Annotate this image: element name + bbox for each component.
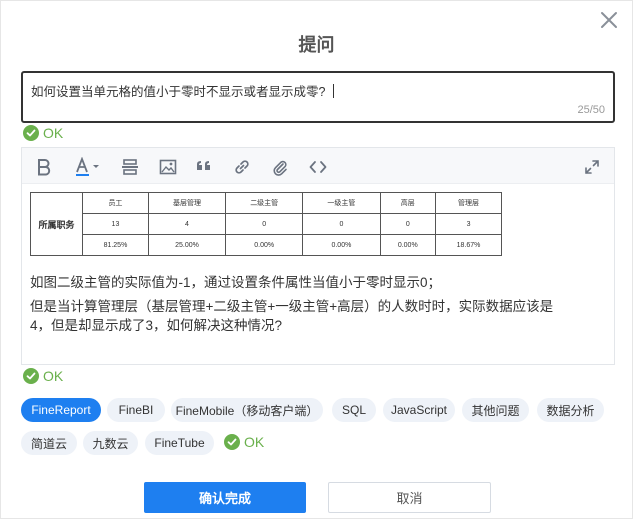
- question-input-value[interactable]: 如何设置当单元格的值小于零时不显示或者显示成零?: [31, 81, 335, 100]
- table-cell: 一级主管: [302, 192, 381, 214]
- confirm-button[interactable]: 确认完成: [144, 482, 306, 513]
- table-cell: 25.00%: [147, 234, 227, 256]
- table-cell: 0.00%: [379, 234, 437, 256]
- tag-data-analysis[interactable]: 数据分析: [537, 398, 604, 422]
- table-cell: 员工: [82, 192, 149, 214]
- table-cell: 0: [302, 213, 381, 235]
- tag-finetube[interactable]: FineTube: [145, 431, 214, 455]
- table-cell: 0: [379, 213, 437, 235]
- table-row: 13 4 0 0 0 3: [31, 213, 502, 235]
- table-cell: 管理层: [435, 192, 502, 214]
- table-cell: 3: [435, 213, 502, 235]
- bold-icon[interactable]: [34, 157, 54, 177]
- table-cell: 0.00%: [302, 234, 381, 256]
- ok-status-tags: OK: [224, 434, 264, 450]
- body-paragraph-3: 4，但是却显示成了3，如何解决这种情况?: [30, 318, 283, 333]
- question-input[interactable]: 如何设置当单元格的值小于零时不显示或者显示成零? 25/50: [21, 71, 615, 123]
- tag-finebi[interactable]: FineBI: [107, 398, 165, 422]
- cancel-button[interactable]: 取消: [328, 482, 491, 513]
- tag-jiushuyun[interactable]: 九数云: [83, 431, 138, 455]
- tag-finemobile[interactable]: FineMobile（移动客户端）: [171, 398, 323, 422]
- link-icon[interactable]: [232, 157, 252, 177]
- check-circle-icon: [23, 368, 39, 384]
- ask-question-dialog: 提问 如何设置当单元格的值小于零时不显示或者显示成零? 25/50 OK 所属职…: [0, 0, 633, 519]
- tag-finereport[interactable]: FineReport: [21, 398, 101, 422]
- body-paragraph-1: 如图二级主管的实际值为-1，通过设置条件属性当值小于零时显示0；: [30, 275, 442, 290]
- table-cell: 4: [147, 213, 227, 235]
- table-row-header: 所属职务: [30, 192, 83, 256]
- ok-label: OK: [43, 125, 64, 141]
- table-row: 所属职务 员工 基层管理 二级主管 一级主管 高层 管理层: [30, 192, 502, 256]
- check-circle-icon: [224, 434, 240, 450]
- font-color-icon[interactable]: [74, 157, 102, 177]
- code-icon[interactable]: [308, 157, 328, 177]
- table-row: 81.25% 25.00% 0.00% 0.00% 0.00% 18.67%: [31, 234, 502, 256]
- image-icon[interactable]: [158, 157, 178, 177]
- table-cell: 高层: [379, 192, 437, 214]
- tag-other[interactable]: 其他问题: [462, 398, 529, 422]
- table-cell: 0: [225, 213, 304, 235]
- character-counter: 25/50: [577, 104, 605, 116]
- ok-label: OK: [244, 434, 265, 450]
- table-cell: 0.00%: [225, 234, 304, 256]
- dialog-title: 提问: [298, 35, 335, 55]
- quote-icon[interactable]: [194, 157, 214, 177]
- tag-sql[interactable]: SQL: [332, 398, 376, 422]
- table-cell: 18.67%: [435, 234, 502, 256]
- table-cell: 81.25%: [82, 234, 149, 256]
- embedded-table-image: 所属职务 员工 基层管理 二级主管 一级主管 高层 管理层 13 4 0 0 0…: [30, 192, 502, 256]
- close-icon[interactable]: [598, 9, 620, 31]
- table-cell: 基层管理: [147, 192, 227, 214]
- text-caret: [333, 84, 335, 98]
- check-circle-icon: [23, 125, 39, 141]
- fullscreen-icon[interactable]: [582, 157, 602, 177]
- ok-status-title: OK: [23, 125, 63, 141]
- table-cell: 二级主管: [225, 192, 304, 214]
- rich-text-editor[interactable]: 所属职务 员工 基层管理 二级主管 一级主管 高层 管理层 13 4 0 0 0…: [21, 147, 615, 365]
- divider-icon[interactable]: [120, 157, 140, 177]
- tag-javascript[interactable]: JavaScript: [383, 398, 455, 422]
- attachment-icon[interactable]: [270, 157, 290, 177]
- tag-jiandaoyun[interactable]: 简道云: [21, 431, 77, 455]
- table-cell: 13: [82, 213, 149, 235]
- ok-label: OK: [43, 368, 64, 384]
- editor-toolbar: [22, 148, 614, 184]
- ok-status-content: OK: [23, 368, 63, 384]
